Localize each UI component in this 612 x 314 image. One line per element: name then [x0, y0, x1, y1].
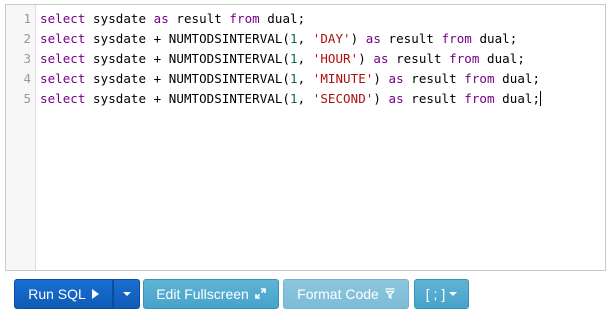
line-number: 1	[23, 11, 31, 26]
sql-number: 1	[290, 51, 298, 66]
sql-keyword: as	[373, 51, 389, 66]
expand-arrows-icon	[254, 286, 266, 302]
sql-text: sysdate	[85, 11, 154, 26]
sql-text: )	[373, 71, 389, 86]
sql-text: )	[350, 31, 366, 46]
sql-text: sysdate + NUMTODSINTERVAL(	[85, 51, 291, 66]
sql-text: result	[403, 91, 465, 106]
line-number: 2	[23, 31, 31, 46]
sql-keyword: select	[40, 51, 86, 66]
sql-string: 'MINUTE'	[312, 71, 374, 86]
sql-text: dual;	[259, 11, 306, 26]
sql-text: result	[388, 51, 450, 66]
line-number: 5	[23, 91, 31, 106]
sql-text: ,	[297, 51, 313, 66]
line-number: 3	[23, 51, 31, 66]
sql-keyword: from	[464, 71, 495, 86]
sql-text: )	[358, 51, 374, 66]
code-area[interactable]: select sysdate as result from dual; selec…	[40, 9, 605, 109]
sql-keyword: as	[388, 91, 404, 106]
sql-text: sysdate + NUMTODSINTERVAL(	[85, 71, 291, 86]
filter-icon	[384, 286, 395, 302]
sql-text: sysdate + NUMTODSINTERVAL(	[85, 31, 291, 46]
sql-keyword: from	[464, 91, 495, 106]
sql-text: )	[373, 91, 389, 106]
code-line[interactable]: select sysdate + NUMTODSINTERVAL(1, 'MIN…	[40, 69, 605, 89]
sql-keyword: from	[441, 31, 472, 46]
sql-text: result	[403, 71, 465, 86]
edit-fullscreen-label: Edit Fullscreen	[156, 286, 249, 302]
play-icon	[91, 289, 99, 299]
sql-text: dual;	[494, 71, 541, 86]
sql-keyword: select	[40, 11, 86, 26]
text-cursor	[540, 91, 542, 106]
caret-down-icon	[449, 292, 458, 296]
sql-text: dual;	[479, 51, 525, 66]
sql-text: ,	[297, 31, 313, 46]
statement-terminator-dropdown[interactable]: [ ; ]	[414, 279, 469, 309]
sql-text: sysdate + NUMTODSINTERVAL(	[85, 91, 291, 106]
sql-string: 'DAY'	[312, 31, 351, 46]
sql-keyword: as	[365, 31, 381, 46]
sql-text: dual;	[471, 31, 518, 46]
format-code-label: Format Code	[297, 286, 379, 302]
sql-keyword: from	[229, 11, 260, 26]
line-number: 4	[23, 71, 31, 86]
edit-fullscreen-button[interactable]: Edit Fullscreen	[143, 279, 279, 309]
sql-number: 1	[290, 91, 298, 106]
sql-text: result	[380, 31, 442, 46]
terminator-label: [ ; ]	[425, 286, 446, 302]
sql-keyword: select	[40, 71, 86, 86]
sql-keyword: as	[388, 71, 404, 86]
line-number-gutter: 1 2 3 4 5	[6, 5, 36, 270]
sql-number: 1	[290, 71, 298, 86]
code-line[interactable]: select sysdate + NUMTODSINTERVAL(1, 'DAY…	[40, 29, 605, 49]
sql-text: ,	[297, 71, 313, 86]
format-code-button[interactable]: Format Code	[283, 279, 409, 309]
sql-text: result	[168, 11, 230, 26]
sql-text: dual;	[494, 91, 541, 106]
code-line[interactable]: select sysdate + NUMTODSINTERVAL(1, 'HOU…	[40, 49, 605, 69]
sql-string: 'SECOND'	[312, 91, 374, 106]
sql-keyword: select	[40, 31, 86, 46]
code-line[interactable]: select sysdate + NUMTODSINTERVAL(1, 'SEC…	[40, 89, 605, 109]
sql-text: ,	[297, 91, 313, 106]
sql-number: 1	[290, 31, 298, 46]
code-line[interactable]: select sysdate as result from dual;	[40, 9, 605, 29]
caret-down-icon	[122, 292, 131, 296]
sql-keyword: from	[449, 51, 480, 66]
run-sql-button[interactable]: Run SQL	[14, 279, 113, 309]
sql-keyword: select	[40, 91, 86, 106]
run-options-dropdown[interactable]	[113, 279, 140, 309]
sql-editor[interactable]: 1 2 3 4 5 select sysdate as result from …	[5, 4, 606, 271]
sql-keyword: as	[153, 11, 169, 26]
run-sql-label: Run SQL	[28, 286, 86, 302]
sql-string: 'HOUR'	[312, 51, 359, 66]
